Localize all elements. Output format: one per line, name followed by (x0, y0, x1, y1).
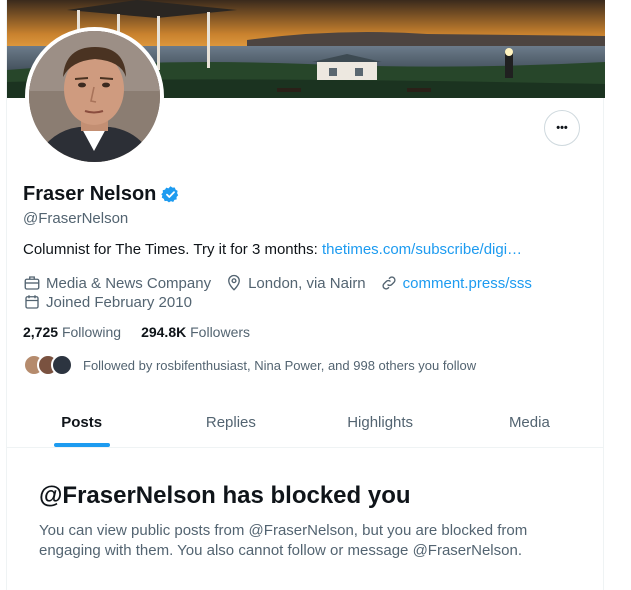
profile-page: ••• Fraser Nelson @FraserNelson Columnis… (6, 0, 605, 590)
verified-badge-icon[interactable] (161, 185, 180, 204)
followers-link[interactable]: 294.8K Followers (141, 324, 250, 340)
following-label: Following (61, 324, 122, 340)
more-options-button[interactable]: ••• (544, 110, 580, 146)
category-item: Media & News Company (23, 274, 211, 292)
tab-posts[interactable]: Posts (7, 398, 156, 447)
tab-label: Posts (61, 414, 103, 431)
mini-avatar (51, 354, 73, 376)
category-label: Media & News Company (46, 274, 212, 292)
followed-by-row[interactable]: Followed by rosbifenthusiast, Nina Power… (23, 354, 476, 376)
profile-bio: Columnist for The Times. Try it for 3 mo… (23, 241, 522, 258)
blocked-message: You can view public posts from @FraserNe… (39, 522, 528, 559)
more-dots-icon: ••• (556, 122, 568, 134)
followers-label: Followers (190, 324, 251, 340)
bio-text: Columnist for The Times. Try it for 3 mo… (23, 241, 322, 258)
tab-label: Media (508, 414, 550, 431)
calendar-icon (25, 295, 39, 309)
blocked-title: @FraserNelson has blocked you (39, 482, 411, 509)
profile-joined: Joined February 2010 (23, 293, 206, 311)
tab-media[interactable]: Media (455, 398, 604, 447)
followers-count: 294.8K (141, 324, 187, 340)
tab-highlights[interactable]: Highlights (306, 398, 455, 447)
website-link[interactable]: comment.press/sss (403, 275, 532, 292)
bio-link[interactable]: thetimes.com/subscribe/digi… (322, 241, 522, 258)
following-count: 2,725 (23, 324, 59, 340)
joined-label: Joined February 2010 (46, 293, 192, 311)
followed-by-avatars (23, 354, 75, 376)
location-pin-icon (228, 274, 241, 291)
profile-handle: @FraserNelson (23, 210, 129, 227)
profile-tabs: Posts Replies Highlights Media (7, 398, 604, 448)
profile-meta: Media & News Company London, via Nairn c… (23, 274, 546, 292)
link-icon (382, 276, 396, 290)
tab-label: Highlights (347, 414, 414, 431)
follow-stats: 2,725 Following 294.8K Followers (23, 324, 270, 340)
followed-by-text: Followed by rosbifenthusiast, Nina Power… (83, 357, 477, 373)
tab-label: Replies (205, 414, 256, 431)
location-label: London, via Nairn (248, 274, 366, 292)
profile-name-row: Fraser Nelson (23, 183, 180, 206)
following-link[interactable]: 2,725 Following (23, 324, 121, 340)
tab-replies[interactable]: Replies (156, 398, 305, 447)
briefcase-icon (24, 276, 40, 290)
profile-avatar[interactable] (25, 27, 164, 166)
website-item[interactable]: comment.press/sss (380, 274, 532, 292)
location-item: London, via Nairn (225, 274, 366, 292)
joined-item: Joined February 2010 (23, 293, 192, 311)
profile-name: Fraser Nelson (23, 183, 157, 205)
